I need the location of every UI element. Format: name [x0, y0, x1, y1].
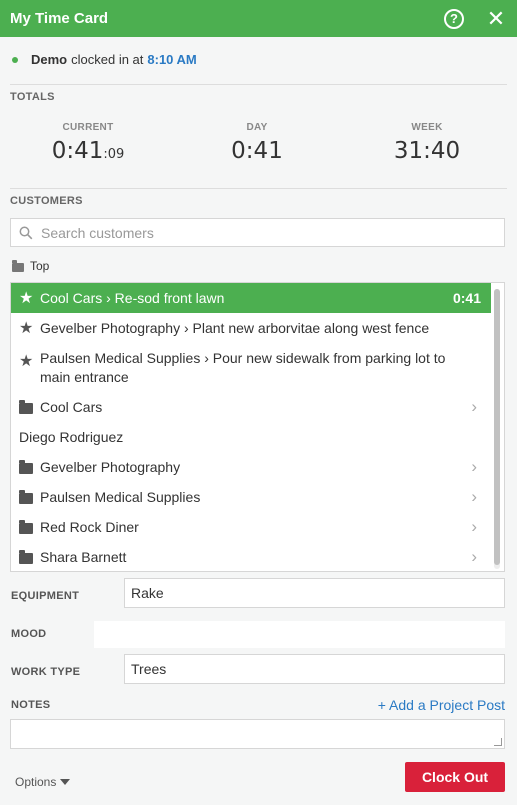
list-item-label: Cool Cars › Re-sod front lawn — [40, 289, 225, 306]
folder-icon — [19, 399, 33, 414]
chevron-right-icon: › — [471, 457, 477, 476]
total-current-value: 0:41:09 — [8, 138, 168, 164]
list-item-label: Shara Barnett — [40, 548, 127, 565]
list-item[interactable]: ★ Gevelber Photography › Plant new arbor… — [11, 313, 491, 343]
help-button[interactable]: ? — [443, 8, 465, 30]
work-type-label: WORK TYPE — [11, 666, 81, 678]
folder-icon — [19, 519, 33, 534]
search-icon — [19, 226, 33, 239]
chevron-right-icon: › — [471, 487, 477, 506]
folder-icon — [19, 459, 33, 474]
equipment-field[interactable]: Rake — [124, 578, 505, 608]
add-project-post-link[interactable]: + Add a Project Post — [378, 697, 505, 713]
status-dot-icon — [12, 56, 18, 63]
notes-textarea[interactable] — [10, 719, 505, 749]
star-icon: ★ — [19, 290, 34, 307]
list-item-time: 0:41 — [452, 290, 481, 306]
customers-label: CUSTOMERS — [10, 195, 83, 207]
resize-handle-icon[interactable] — [494, 738, 502, 746]
list-item[interactable]: ★ Paulsen Medical Supplies › Pour new si… — [11, 344, 491, 390]
total-current: CURRENT 0:41:09 — [8, 122, 168, 164]
folder-icon — [19, 549, 33, 564]
list-item[interactable]: ★ Cool Cars › Re-sod front lawn 0:41 — [11, 283, 491, 313]
total-week-value: 31:40 — [393, 138, 461, 164]
list-item[interactable]: Gevelber Photography › — [11, 452, 491, 482]
help-icon: ? — [444, 8, 464, 29]
scrollbar[interactable] — [494, 289, 500, 569]
total-current-label: CURRENT — [62, 122, 114, 133]
chevron-right-icon: › — [471, 517, 477, 536]
total-day: DAY 0:41 — [177, 122, 337, 164]
status-message: clocked in at — [71, 52, 144, 67]
status-time: 8:10 AM — [147, 52, 197, 67]
total-week: WEEK 31:40 — [347, 122, 507, 164]
list-item-label: Cool Cars — [40, 398, 103, 415]
breadcrumb[interactable]: Top — [12, 259, 49, 273]
list-item-label: Gevelber Photography › Plant new arborvi… — [40, 319, 430, 336]
clock-status: Demo clocked in at 8:10 AM — [12, 52, 197, 67]
total-day-label: DAY — [246, 122, 268, 133]
chevron-right-icon: › — [471, 547, 477, 566]
folder-icon — [12, 259, 24, 272]
caret-down-icon — [60, 779, 71, 785]
options-label: Options — [15, 775, 57, 789]
list-item[interactable]: Paulsen Medical Supplies › — [11, 482, 491, 512]
close-icon: ✕ — [486, 5, 506, 31]
title-bar: My Time Card ? ✕ — [0, 0, 517, 37]
list-item-label: Red Rock Diner — [40, 518, 139, 535]
total-week-label: WEEK — [411, 122, 443, 133]
mood-field[interactable] — [94, 621, 505, 648]
list-item-label: Paulsen Medical Supplies › Pour new side… — [40, 350, 446, 385]
star-icon: ★ — [19, 353, 34, 370]
list-item[interactable]: Diego Rodriguez — [11, 422, 491, 452]
star-icon: ★ — [19, 320, 34, 337]
divider — [10, 84, 507, 85]
mood-label: MOOD — [11, 628, 47, 640]
current-time: 0:41 — [51, 138, 104, 164]
status-user: Demo — [31, 52, 68, 67]
total-day-value: 0:41 — [231, 138, 283, 164]
equipment-label: EQUIPMENT — [11, 590, 80, 602]
search-box[interactable] — [10, 218, 505, 247]
list-item-label: Gevelber Photography — [40, 458, 181, 475]
search-input[interactable] — [41, 224, 504, 241]
work-type-field[interactable]: Trees — [124, 654, 505, 684]
chevron-right-icon: › — [471, 397, 477, 416]
breadcrumb-top[interactable]: Top — [30, 259, 49, 273]
list-item-label: Diego Rodriguez — [19, 428, 124, 445]
scrollbar-thumb[interactable] — [494, 289, 500, 565]
clock-out-button[interactable]: Clock Out — [405, 762, 505, 792]
list-item[interactable]: Shara Barnett › — [11, 542, 491, 571]
totals-label: TOTALS — [10, 91, 55, 103]
folder-icon — [19, 489, 33, 504]
options-menu[interactable]: Options — [15, 775, 71, 789]
divider — [10, 188, 507, 189]
list-item[interactable]: Cool Cars › — [11, 392, 491, 422]
list-item-label: Paulsen Medical Supplies — [40, 488, 201, 505]
customer-list[interactable]: ★ Cool Cars › Re-sod front lawn 0:41 ★ G… — [10, 282, 505, 572]
notes-label: NOTES — [11, 699, 51, 711]
page-title: My Time Card — [10, 10, 109, 27]
current-seconds: :09 — [103, 147, 125, 162]
close-button[interactable]: ✕ — [485, 5, 507, 31]
list-item[interactable]: Red Rock Diner › — [11, 512, 491, 542]
